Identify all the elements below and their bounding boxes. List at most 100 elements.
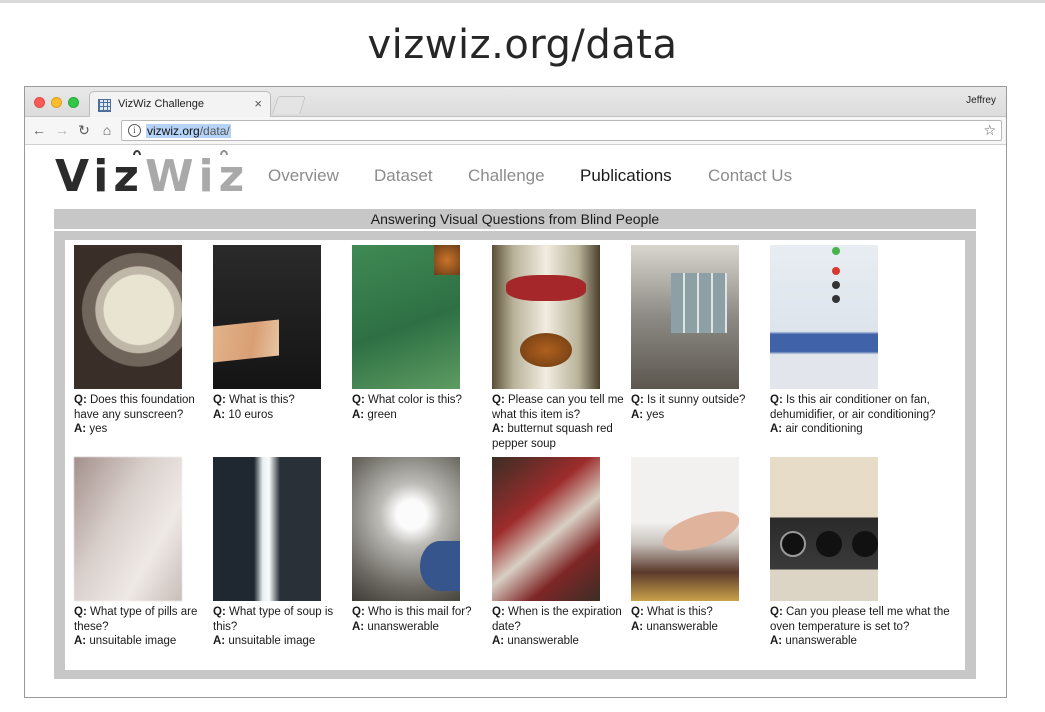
example-question: What type of soup is this? <box>213 606 334 633</box>
example-question: Who is this mail for? <box>367 606 472 618</box>
q-prefix: Q: <box>213 606 226 618</box>
q-prefix: Q: <box>631 606 644 618</box>
example-answer: yes <box>646 408 665 421</box>
nav-contact-us[interactable]: Contact Us <box>708 166 792 186</box>
example-answer: unanswerable <box>367 620 439 633</box>
url-host: vizwiz.org <box>147 124 200 138</box>
maximize-window-button[interactable] <box>68 97 79 108</box>
example-answer: yes <box>89 423 108 435</box>
address-bar[interactable]: i vizwiz.org/data/ ☆ <box>121 120 1002 141</box>
q-prefix: Q: <box>492 606 505 618</box>
example-caption: Q: What type of pills are these? A: unsu… <box>74 605 214 649</box>
example-caption: Q: Please can you tell me what this item… <box>492 393 632 451</box>
example-answer: green <box>367 408 397 421</box>
example-question: When is the expiration date? <box>492 606 622 633</box>
example-caption: Q: When is the expiration date? A: unans… <box>492 605 632 649</box>
example-caption: Q: Can you please tell me what the oven … <box>770 605 950 649</box>
example-caption: Q: Is it sunny outside? A: yes <box>631 393 771 422</box>
example-photo <box>770 457 878 601</box>
q-prefix: Q: <box>770 606 783 618</box>
example-photo <box>631 245 739 389</box>
nav-overview[interactable]: Overview <box>268 166 339 186</box>
example-question: What type of pills are these? <box>74 606 198 633</box>
browser-window: VizWiz Challenge × Jeffrey ← → ↻ ⌂ i viz… <box>24 86 1007 698</box>
forward-arrow-icon[interactable]: → <box>53 121 71 139</box>
example-answer: unsuitable image <box>228 635 316 647</box>
example-answer: unsuitable image <box>89 635 177 647</box>
example-answer: unanswerable <box>785 635 857 647</box>
logo-viz-text: Viz <box>55 151 144 202</box>
example-question: Please can you tell me what this item is… <box>492 394 624 421</box>
q-prefix: Q: <box>352 606 365 618</box>
info-icon[interactable]: i <box>128 124 141 137</box>
example-question: What is this? <box>228 394 295 406</box>
example-photo <box>352 457 460 601</box>
q-prefix: Q: <box>74 606 87 618</box>
example-question: Is this air conditioner on fan, dehumidi… <box>770 394 936 421</box>
a-prefix: A: <box>770 423 783 435</box>
example-question: Can you please tell me what the oven tem… <box>770 606 950 633</box>
example-photo <box>213 245 321 389</box>
home-icon[interactable]: ⌂ <box>98 121 116 139</box>
new-tab-button[interactable] <box>272 96 306 114</box>
example-caption: Q: What color is this? A: green <box>352 393 492 422</box>
example-photo <box>492 457 600 601</box>
q-prefix: Q: <box>770 394 783 406</box>
section-banner: Answering Visual Questions from Blind Pe… <box>54 209 976 229</box>
a-prefix: A: <box>631 620 644 633</box>
a-prefix: A: <box>492 423 505 435</box>
q-prefix: Q: <box>492 394 505 406</box>
example-photo <box>770 245 878 389</box>
example-photo <box>74 457 182 601</box>
example-answer: butternut squash red pepper soup <box>492 423 613 450</box>
nav-publications[interactable]: Publications <box>580 166 672 186</box>
example-photo <box>213 457 321 601</box>
nav-challenge[interactable]: Challenge <box>468 166 545 186</box>
a-prefix: A: <box>770 635 783 647</box>
example-photo <box>352 245 460 389</box>
logo-wiz-text: Wiz <box>145 151 250 202</box>
example-photo <box>74 245 182 389</box>
profile-name[interactable]: Jeffrey <box>966 95 996 106</box>
q-prefix: Q: <box>631 394 644 406</box>
example-question: Is it sunny outside? <box>646 394 746 406</box>
example-answer: unanswerable <box>646 620 718 633</box>
example-answer: 10 euros <box>228 408 274 421</box>
a-prefix: A: <box>352 620 365 633</box>
url-path: /data/ <box>199 124 230 138</box>
q-prefix: Q: <box>74 394 87 406</box>
a-prefix: A: <box>74 635 87 647</box>
example-question: What is this? <box>646 606 713 618</box>
example-caption: Q: What type of soup is this? A: unsuita… <box>213 605 353 649</box>
minimize-window-button[interactable] <box>51 97 62 108</box>
example-question: Does this foundation have any sunscreen? <box>74 394 195 421</box>
a-prefix: A: <box>352 408 365 421</box>
back-arrow-icon[interactable]: ← <box>30 121 48 139</box>
example-answer: unanswerable <box>507 635 579 647</box>
close-window-button[interactable] <box>34 97 45 108</box>
examples-grid: Q: Does this foundation have any sunscre… <box>65 240 965 670</box>
q-prefix: Q: <box>352 394 365 406</box>
q-prefix: Q: <box>213 394 226 406</box>
browser-toolbar: ← → ↻ ⌂ i vizwiz.org/data/ ☆ <box>25 117 1006 145</box>
url-text[interactable]: vizwiz.org/data/ <box>146 124 231 138</box>
grid-favicon-icon <box>98 99 111 112</box>
a-prefix: A: <box>631 408 644 421</box>
example-photo <box>631 457 739 601</box>
example-caption: Q: Who is this mail for? A: unanswerable <box>352 605 492 634</box>
tab-vizwiz-challenge[interactable]: VizWiz Challenge × <box>89 91 271 118</box>
bookmark-star-icon[interactable]: ☆ <box>983 122 996 139</box>
tab-close-icon[interactable]: × <box>254 96 262 111</box>
nav-dataset[interactable]: Dataset <box>374 166 433 186</box>
logo-eye-icon <box>133 150 141 155</box>
a-prefix: A: <box>74 423 87 435</box>
tab-title: VizWiz Challenge <box>118 98 205 110</box>
slide-top-rule <box>0 0 1045 3</box>
example-caption: Q: Does this foundation have any sunscre… <box>74 393 214 437</box>
example-caption: Q: What is this? A: unanswerable <box>631 605 771 634</box>
a-prefix: A: <box>213 408 226 421</box>
a-prefix: A: <box>213 635 226 647</box>
reload-icon[interactable]: ↻ <box>75 121 93 139</box>
example-question: What color is this? <box>367 394 462 406</box>
slide-title: vizwiz.org/data <box>367 22 678 68</box>
